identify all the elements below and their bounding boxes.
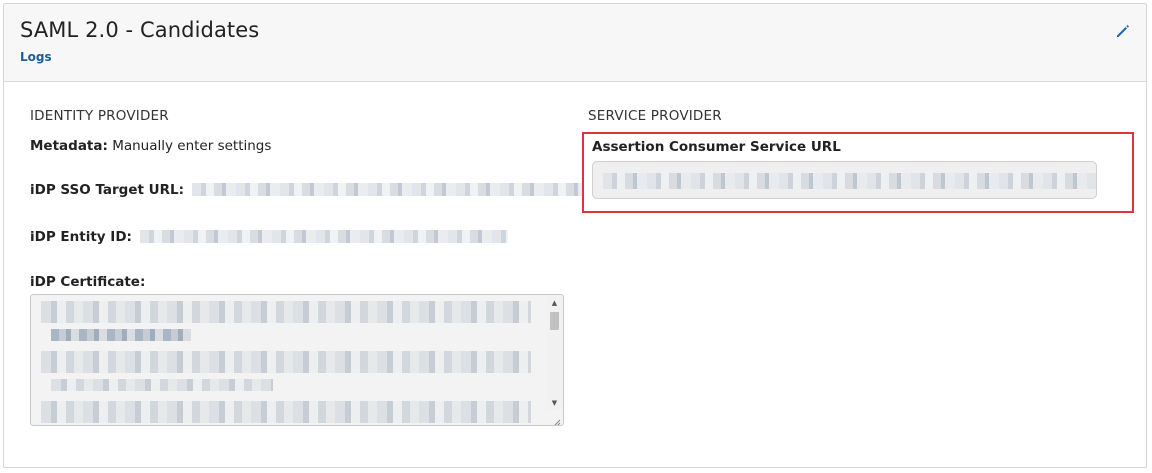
saml-settings-card: SAML 2.0 - Candidates Logs IDENTITY PROV… <box>3 3 1147 468</box>
identity-provider-heading: IDENTITY PROVIDER <box>30 108 169 124</box>
scroll-up-arrow-icon[interactable]: ▲ <box>547 296 562 310</box>
certificate-redacted-line <box>41 361 531 373</box>
entity-id-label: iDP Entity ID: <box>30 229 132 245</box>
sso-target-url-label: iDP SSO Target URL: <box>30 182 185 198</box>
metadata-label: Metadata: <box>30 138 108 154</box>
entity-id-field: iDP Entity ID: <box>30 229 509 245</box>
certificate-redacted-line <box>41 411 531 423</box>
resize-handle-icon[interactable] <box>551 413 561 425</box>
scroll-down-arrow-icon[interactable]: ▼ <box>547 396 562 410</box>
pencil-icon[interactable] <box>1114 22 1132 40</box>
metadata-value: Manually enter settings <box>112 138 272 154</box>
certificate-field: iDP Certificate: <box>30 274 145 290</box>
sso-target-url-redacted <box>192 183 585 196</box>
card-header: SAML 2.0 - Candidates Logs <box>4 4 1146 82</box>
certificate-scrollbar[interactable]: ▲ ▼ <box>547 296 562 410</box>
service-provider-heading: SERVICE PROVIDER <box>588 108 722 124</box>
logs-link[interactable]: Logs <box>20 50 52 64</box>
certificate-textarea[interactable]: ▲ ▼ <box>30 294 564 426</box>
certificate-redacted-line <box>41 311 531 323</box>
certificate-redacted-line <box>51 329 191 341</box>
scrollbar-thumb[interactable] <box>550 312 559 330</box>
sso-target-url-field: iDP SSO Target URL: <box>30 182 585 198</box>
metadata-field: Metadata: Manually enter settings <box>30 138 271 154</box>
page-title: SAML 2.0 - Candidates <box>20 18 260 42</box>
identity-provider-section: IDENTITY PROVIDER Metadata: Manually ent… <box>30 108 585 426</box>
acs-url-label: Assertion Consumer Service URL <box>592 139 841 155</box>
entity-id-redacted <box>140 230 509 243</box>
service-provider-section: SERVICE PROVIDER Assertion Consumer Serv… <box>582 108 1134 213</box>
acs-url-redacted <box>603 173 1096 189</box>
acs-url-field[interactable] <box>592 161 1097 199</box>
certificate-label: iDP Certificate: <box>30 274 146 290</box>
certificate-redacted-line <box>51 379 273 391</box>
